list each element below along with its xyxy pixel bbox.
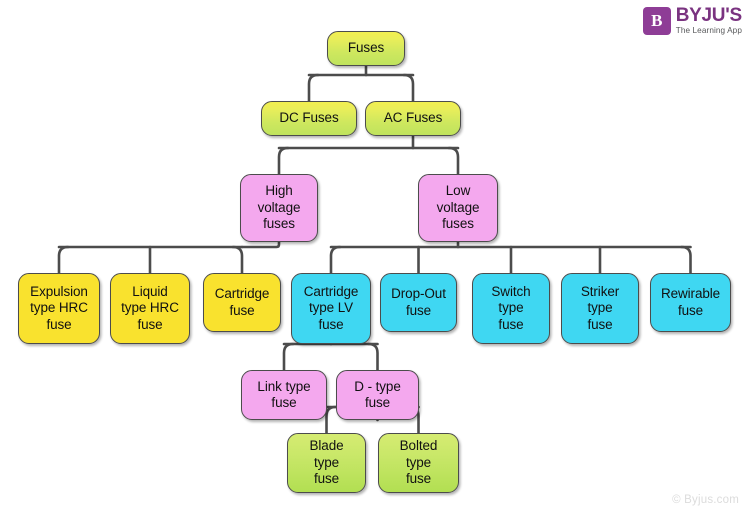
node-dc-fuses: DC Fuses xyxy=(261,101,357,136)
byjus-tagline-text: The Learning App xyxy=(675,26,742,35)
node-cartridge-fuse: Cartridge fuse xyxy=(203,273,281,332)
connector-drop-ac-fuses xyxy=(402,73,415,103)
connector-stem-high-voltage xyxy=(240,240,281,249)
node-expulsion-hrc: Expulsion type HRC fuse xyxy=(18,273,100,344)
node-drop-out: Drop-Out fuse xyxy=(380,273,457,332)
node-link-type: Link type fuse xyxy=(241,370,327,420)
connector-drop-link-type xyxy=(282,342,295,372)
connector-drop-high-voltage xyxy=(277,146,290,176)
node-rewirable: Rewirable fuse xyxy=(650,273,731,332)
byjus-logo: B BYJU'S The Learning App xyxy=(642,6,742,35)
connector-layer xyxy=(57,64,692,435)
connector-drop-dc-fuses xyxy=(307,73,320,103)
byjus-brand-text: BYJU'S xyxy=(675,5,742,26)
node-cartridge-lv: Cartridge type LV fuse xyxy=(291,273,371,344)
connector-drop-rewirable xyxy=(680,245,692,275)
connector-drop-low-voltage xyxy=(447,146,460,176)
byjus-mark-letter: B xyxy=(651,10,663,30)
connector-drop-d-type xyxy=(367,342,379,372)
connector-drop-cartridge-fuse xyxy=(231,245,244,275)
node-low-voltage: Low voltage fuses xyxy=(418,174,498,242)
node-bolted-type: Bolted type fuse xyxy=(378,433,459,493)
node-switch-type: Switch type fuse xyxy=(472,273,550,344)
node-striker-type: Striker type fuse xyxy=(561,273,639,344)
byjus-wordmark: BYJU'S The Learning App xyxy=(676,6,742,35)
copyright-watermark: © Byjus.com xyxy=(672,494,739,506)
connector-drop-blade-type xyxy=(325,405,337,435)
node-high-voltage: High voltage fuses xyxy=(240,174,318,242)
connector-drop-cartridge-lv xyxy=(329,245,342,275)
connector-drop-expulsion-hrc xyxy=(57,245,70,275)
node-d-type: D - type fuse xyxy=(336,370,419,420)
node-liquid-hrc: Liquid type HRC fuse xyxy=(110,273,190,344)
node-blade-type: Blade type fuse xyxy=(287,433,366,493)
node-fuses: Fuses xyxy=(327,31,405,66)
fuse-classification-diagram: Fuses DC Fuses AC Fuses High voltage fuses L… xyxy=(0,0,750,516)
node-ac-fuses: AC Fuses xyxy=(365,101,461,136)
byjus-mark-icon: B xyxy=(642,6,671,35)
